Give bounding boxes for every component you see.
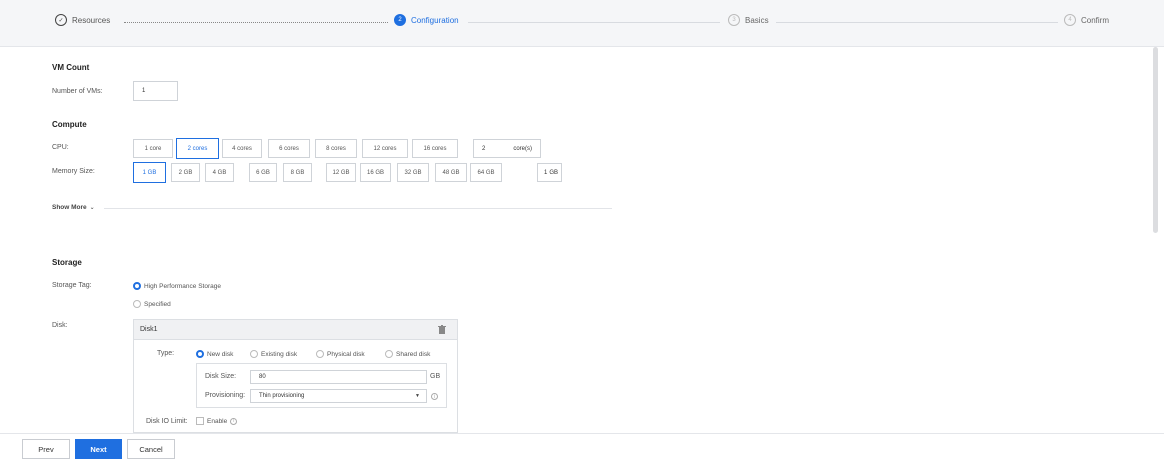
- memory-custom-unit: GB: [549, 169, 558, 176]
- cpu-option-8[interactable]: 8 cores: [315, 139, 357, 158]
- provisioning-value: Thin provisioning: [259, 393, 305, 399]
- memory-option-32gb[interactable]: 32 GB: [397, 163, 429, 182]
- memory-option-16gb[interactable]: 16 GB: [360, 163, 391, 182]
- vm-count-title: VM Count: [52, 63, 90, 72]
- memory-option-64gb[interactable]: 64 GB: [470, 163, 502, 182]
- radio-unchecked-icon: [250, 350, 258, 358]
- step-label: Resources: [72, 15, 111, 25]
- memory-size-label: Memory Size:: [52, 168, 95, 175]
- step-label: Configuration: [411, 15, 459, 25]
- type-physical-disk[interactable]: Physical disk: [316, 350, 365, 358]
- memory-option-6gb[interactable]: 6 GB: [249, 163, 277, 182]
- next-button[interactable]: Next: [75, 439, 122, 459]
- radio-label: Physical disk: [327, 350, 365, 358]
- radio-checked-icon: [133, 282, 141, 290]
- chevron-down-icon: ⌄: [89, 205, 95, 211]
- radio-label: New disk: [207, 350, 234, 358]
- show-more-label: Show More: [52, 204, 87, 211]
- cpu-label: CPU:: [52, 144, 69, 151]
- type-new-disk[interactable]: New disk: [196, 350, 233, 358]
- type-shared-disk[interactable]: Shared disk: [385, 350, 430, 358]
- checkbox-label: Enable: [207, 417, 228, 425]
- step-connector: [124, 22, 388, 23]
- storage-tag-label: Storage Tag:: [52, 282, 92, 289]
- memory-option-48gb[interactable]: 48 GB: [435, 163, 467, 182]
- disk-panel-header: [134, 320, 457, 340]
- disk-size-input[interactable]: 80: [250, 370, 427, 384]
- memory-option-2gb[interactable]: 2 GB: [171, 163, 200, 182]
- cancel-button[interactable]: Cancel: [127, 439, 175, 459]
- step-configuration[interactable]: 2 Configuration: [394, 14, 459, 26]
- radio-unchecked-icon: [316, 350, 324, 358]
- storage-tag-specified[interactable]: Specified: [133, 300, 171, 308]
- step-label: Basics: [745, 15, 769, 25]
- memory-custom-input[interactable]: 1 GB: [537, 163, 562, 182]
- wizard-stepper: ✓ Resources 2 Configuration 3 Basics 4 C…: [0, 0, 1164, 47]
- number-of-vms-input[interactable]: 1: [133, 81, 178, 101]
- step-basics[interactable]: 3 Basics: [728, 14, 769, 26]
- step-label: Confirm: [1081, 15, 1110, 25]
- type-existing-disk[interactable]: Existing disk: [250, 350, 297, 358]
- disk-label: Disk:: [52, 322, 68, 329]
- prev-button[interactable]: Prev: [22, 439, 70, 459]
- step-resources[interactable]: ✓ Resources: [55, 14, 110, 26]
- storage-tag-high-performance[interactable]: High Performance Storage: [133, 282, 221, 290]
- step-connector: [776, 22, 1058, 23]
- show-more-toggle[interactable]: Show More ⌄: [52, 204, 95, 211]
- cpu-custom-value: 2: [482, 145, 486, 152]
- trash-icon[interactable]: [438, 325, 446, 334]
- caret-down-icon: ▼: [415, 393, 420, 399]
- cpu-option-16[interactable]: 16 cores: [412, 139, 458, 158]
- cpu-option-2[interactable]: 2 cores: [176, 138, 219, 159]
- storage-title: Storage: [52, 258, 82, 267]
- memory-option-4gb[interactable]: 4 GB: [205, 163, 234, 182]
- memory-custom-value: 1: [544, 169, 548, 176]
- scrollbar[interactable]: [1153, 47, 1158, 233]
- radio-label: Shared disk: [396, 350, 431, 358]
- check-icon: ✓: [55, 14, 67, 26]
- memory-option-1gb[interactable]: 1 GB: [133, 162, 166, 183]
- disk-io-limit-label: Disk IO Limit:: [146, 418, 188, 425]
- radio-label: Existing disk: [261, 350, 298, 358]
- provisioning-label: Provisioning:: [205, 392, 246, 399]
- radio-unchecked-icon: [133, 300, 141, 308]
- radio-checked-icon: [196, 350, 204, 358]
- step-number: 2: [394, 14, 406, 26]
- disk-size-label: Disk Size:: [205, 373, 237, 380]
- radio-unchecked-icon: [385, 350, 393, 358]
- type-label: Type:: [157, 350, 175, 357]
- checkbox-icon: [196, 417, 204, 425]
- disk-size-unit: GB: [430, 373, 441, 380]
- radio-label: High Performance Storage: [144, 282, 221, 290]
- cpu-option-12[interactable]: 12 cores: [362, 139, 408, 158]
- disk-io-limit-enable[interactable]: Enable i: [196, 417, 238, 425]
- radio-label: Specified: [144, 300, 171, 308]
- step-confirm[interactable]: 4 Confirm: [1064, 14, 1109, 26]
- memory-option-12gb[interactable]: 12 GB: [326, 163, 356, 182]
- step-connector: [468, 22, 720, 23]
- cpu-option-1[interactable]: 1 core: [133, 139, 173, 158]
- info-icon[interactable]: i: [230, 417, 238, 425]
- step-number: 3: [728, 14, 740, 26]
- step-number: 4: [1064, 14, 1076, 26]
- cpu-custom-unit: core(s): [513, 145, 532, 152]
- cpu-option-4[interactable]: 4 cores: [222, 139, 262, 158]
- cpu-custom-input[interactable]: 2 core(s): [473, 139, 541, 158]
- number-of-vms-label: Number of VMs:: [52, 88, 103, 95]
- memory-option-8gb[interactable]: 8 GB: [283, 163, 312, 182]
- provisioning-select[interactable]: Thin provisioning ▼: [250, 389, 427, 403]
- disk-name: Disk1: [140, 326, 158, 333]
- compute-title: Compute: [52, 120, 87, 129]
- divider: [104, 208, 612, 209]
- cpu-option-6[interactable]: 6 cores: [268, 139, 310, 158]
- info-icon[interactable]: i: [431, 393, 438, 400]
